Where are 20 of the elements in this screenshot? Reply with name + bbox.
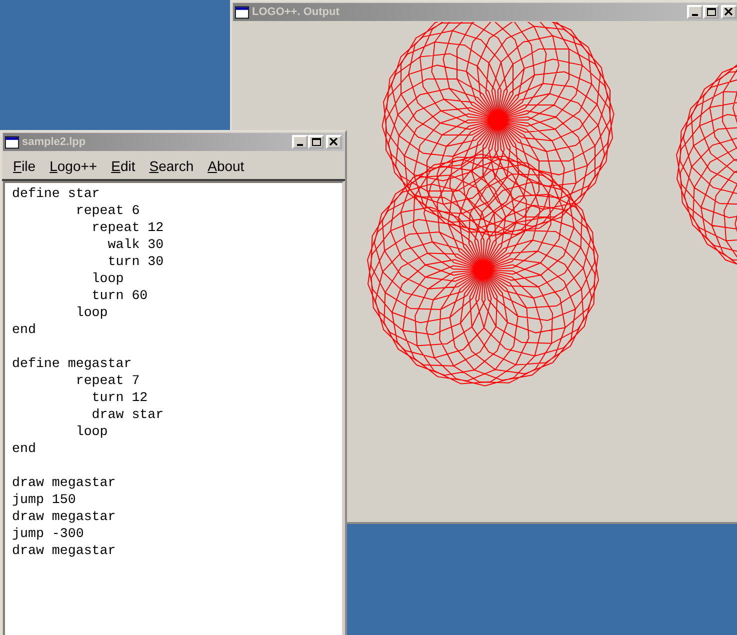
- close-button[interactable]: [721, 5, 737, 19]
- minimize-button[interactable]: [687, 5, 703, 19]
- close-button[interactable]: [326, 135, 342, 149]
- window-title: sample2.lpp: [22, 136, 87, 148]
- menu-item[interactable]: About: [200, 156, 252, 176]
- maximize-button[interactable]: [308, 135, 324, 149]
- menu-item[interactable]: Logo++: [42, 156, 104, 176]
- minimize-button[interactable]: [292, 135, 308, 149]
- menu-item[interactable]: Edit: [104, 156, 142, 176]
- window-title: LOGO++. Output: [252, 6, 340, 18]
- window-icon: [235, 6, 249, 18]
- maximize-icon: [706, 8, 716, 16]
- window-icon: [5, 136, 19, 148]
- menu-item[interactable]: Search: [142, 156, 201, 176]
- code-editor[interactable]: define star repeat 6 repeat 12 walk 30 turn 30 loop turn 60 loop end define megastar repeat 7 turn 12 draw star loop end draw megastar jump 150 draw megastar jump -300 draw megastar: [3, 181, 344, 635]
- maximize-icon: [311, 138, 321, 146]
- close-icon: [724, 8, 734, 16]
- maximize-button[interactable]: [703, 5, 719, 19]
- menu-item[interactable]: File: [6, 156, 43, 176]
- close-icon: [329, 138, 339, 146]
